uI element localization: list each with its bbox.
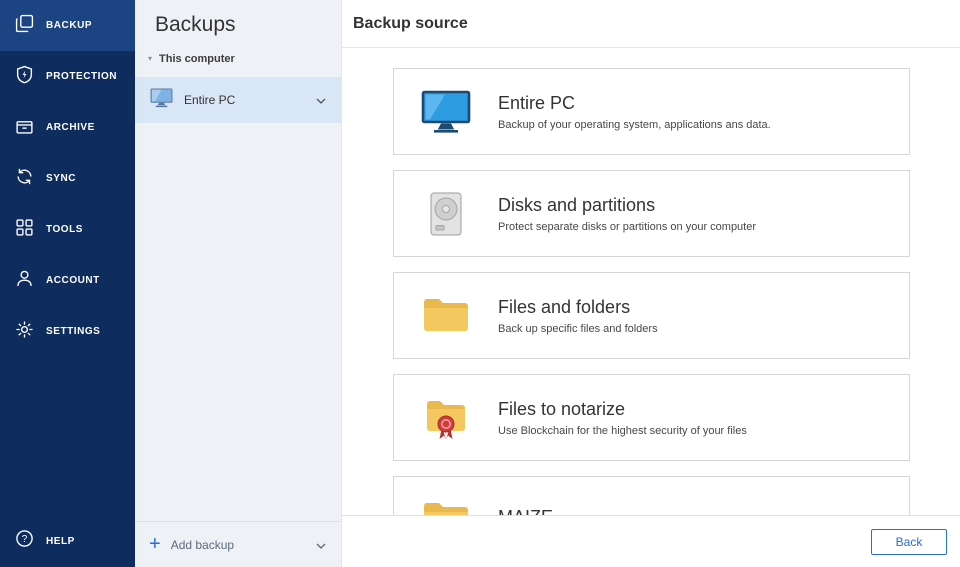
computer-group-label: This computer <box>159 53 235 65</box>
page-title: Backup source <box>353 15 468 33</box>
sync-arrows-icon <box>15 167 34 191</box>
card-text: MAIZE <box>498 507 553 516</box>
main-sidebar: BACKUP PROTECTION ARCHIVE <box>0 0 135 567</box>
main-content: Backup source Entire PC Backup of your o… <box>342 0 960 567</box>
backup-icon <box>15 14 34 38</box>
caret-down-icon: ▾ <box>148 55 152 63</box>
panel-title: Backups <box>135 0 341 49</box>
sidebar-item-label: SYNC <box>46 173 76 184</box>
folder-icon <box>394 498 498 516</box>
sidebar-item-label: HELP <box>46 536 75 547</box>
sidebar-item-account[interactable]: ACCOUNT <box>0 255 135 306</box>
card-title: Entire PC <box>498 93 771 114</box>
sidebar-item-archive[interactable]: ARCHIVE <box>0 102 135 153</box>
card-subtitle: Protect separate disks or partitions on … <box>498 221 756 233</box>
card-text: Files to notarize Use Blockchain for the… <box>498 399 747 437</box>
hard-disk-icon <box>394 192 498 236</box>
card-text: Entire PC Backup of your operating syste… <box>498 93 771 131</box>
chevron-down-icon <box>316 536 326 554</box>
source-card-disks-partitions[interactable]: Disks and partitions Protect separate di… <box>393 170 910 257</box>
source-card-entire-pc[interactable]: Entire PC Backup of your operating syste… <box>393 68 910 155</box>
folder-icon <box>394 294 498 338</box>
sidebar-item-help[interactable]: ? HELP <box>0 515 135 567</box>
chevron-down-icon <box>316 91 326 109</box>
backup-item-label: Entire PC <box>184 93 305 107</box>
sidebar-item-label: TOOLS <box>46 224 83 235</box>
svg-text:?: ? <box>22 534 28 545</box>
card-subtitle: Back up specific files and folders <box>498 323 658 335</box>
tools-grid-icon <box>15 218 34 242</box>
help-icon: ? <box>15 529 34 553</box>
backups-panel: Backups ▾ This computer Entire PC + Add … <box>135 0 342 567</box>
computer-group-toggle[interactable]: ▾ This computer <box>135 49 341 69</box>
sidebar-item-label: ARCHIVE <box>46 122 95 133</box>
notarize-folder-icon <box>394 396 498 440</box>
sidebar-item-sync[interactable]: SYNC <box>0 153 135 204</box>
sidebar-spacer <box>0 357 135 515</box>
source-card-maize[interactable]: MAIZE <box>393 476 910 515</box>
monitor-icon <box>150 88 173 113</box>
monitor-icon <box>394 90 498 134</box>
settings-gear-icon <box>15 320 34 344</box>
shield-icon <box>15 65 34 89</box>
sidebar-item-label: SETTINGS <box>46 326 100 337</box>
source-card-files-folders[interactable]: Files and folders Back up specific files… <box>393 272 910 359</box>
card-title: Files to notarize <box>498 399 747 420</box>
card-title: Files and folders <box>498 297 658 318</box>
card-text: Disks and partitions Protect separate di… <box>498 195 756 233</box>
card-subtitle: Use Blockchain for the highest security … <box>498 425 747 437</box>
sidebar-item-protection[interactable]: PROTECTION <box>0 51 135 102</box>
sidebar-item-tools[interactable]: TOOLS <box>0 204 135 255</box>
sidebar-item-settings[interactable]: SETTINGS <box>0 306 135 357</box>
card-title: Disks and partitions <box>498 195 756 216</box>
sidebar-item-backup[interactable]: BACKUP <box>0 0 135 51</box>
backup-list-item-entire-pc[interactable]: Entire PC <box>135 77 341 123</box>
archive-box-icon <box>15 116 34 140</box>
footer-bar: Back <box>342 515 960 567</box>
content-header: Backup source <box>342 0 960 48</box>
plus-icon: + <box>149 534 161 554</box>
card-text: Files and folders Back up specific files… <box>498 297 658 335</box>
source-card-files-to-notarize[interactable]: Files to notarize Use Blockchain for the… <box>393 374 910 461</box>
sidebar-item-label: BACKUP <box>46 20 92 31</box>
add-backup-label: Add backup <box>171 538 306 552</box>
app-window: BACKUP PROTECTION ARCHIVE <box>0 0 960 567</box>
card-subtitle: Backup of your operating system, applica… <box>498 119 771 131</box>
sidebar-item-label: ACCOUNT <box>46 275 100 286</box>
sidebar-item-label: PROTECTION <box>46 71 117 82</box>
account-person-icon <box>15 269 34 293</box>
card-title: MAIZE <box>498 507 553 516</box>
backup-source-list: Entire PC Backup of your operating syste… <box>342 48 960 515</box>
back-button[interactable]: Back <box>871 529 947 555</box>
add-backup-button[interactable]: + Add backup <box>135 521 341 567</box>
